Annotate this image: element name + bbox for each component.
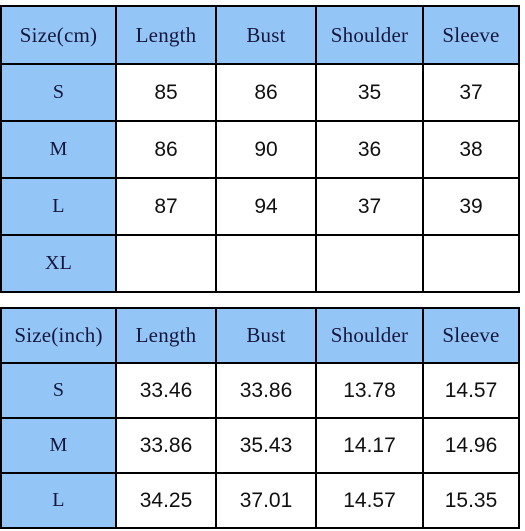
value-cell: 33.86 — [115, 417, 217, 474]
table-row: L 34.25 37.01 14.57 15.35 — [0, 472, 520, 529]
table-row: S 33.46 33.86 13.78 14.57 — [0, 362, 520, 419]
value-cell: 14.57 — [422, 362, 520, 419]
size-label: M — [0, 417, 117, 474]
table-row: M 86 90 36 38 — [0, 120, 520, 179]
size-label: L — [0, 472, 117, 529]
column-header-size-cm: Size(cm) — [0, 5, 117, 65]
value-cell: 35 — [315, 63, 424, 122]
value-cell: 90 — [215, 120, 317, 179]
value-cell: 35.43 — [215, 417, 317, 474]
table-separator-gap — [0, 293, 518, 307]
table-header-row-inch: Size(inch) Length Bust Shoulder Sleeve — [0, 307, 520, 364]
value-cell: 14.96 — [422, 417, 520, 474]
value-cell: 13.78 — [315, 362, 424, 419]
column-header-shoulder-inch: Shoulder — [315, 307, 424, 364]
value-cell: 37 — [315, 177, 424, 236]
value-cell: 14.57 — [315, 472, 424, 529]
size-chart-sheet: Size(cm) Length Bust Shoulder Sleeve S 8… — [0, 0, 525, 531]
value-cell — [215, 234, 317, 293]
table-row: XL — [0, 234, 520, 293]
size-chart-table-cm: Size(cm) Length Bust Shoulder Sleeve S 8… — [0, 5, 520, 293]
size-chart-table-inch: Size(inch) Length Bust Shoulder Sleeve S… — [0, 307, 520, 529]
value-cell: 14.17 — [315, 417, 424, 474]
size-label: XL — [0, 234, 117, 293]
value-cell: 36 — [315, 120, 424, 179]
value-cell: 85 — [115, 63, 217, 122]
column-header-bust-inch: Bust — [215, 307, 317, 364]
table-row: L 87 94 37 39 — [0, 177, 520, 236]
column-header-length-cm: Length — [115, 5, 217, 65]
value-cell: 87 — [115, 177, 217, 236]
table-header-row-cm: Size(cm) Length Bust Shoulder Sleeve — [0, 5, 520, 65]
column-header-sleeve-inch: Sleeve — [422, 307, 520, 364]
table-row: M 33.86 35.43 14.17 14.96 — [0, 417, 520, 474]
value-cell: 37 — [422, 63, 520, 122]
value-cell — [422, 234, 520, 293]
value-cell — [315, 234, 424, 293]
value-cell: 39 — [422, 177, 520, 236]
table-row: S 85 86 35 37 — [0, 63, 520, 122]
value-cell: 86 — [215, 63, 317, 122]
value-cell: 33.86 — [215, 362, 317, 419]
value-cell: 15.35 — [422, 472, 520, 529]
size-label: M — [0, 120, 117, 179]
size-label: S — [0, 63, 117, 122]
value-cell: 38 — [422, 120, 520, 179]
value-cell — [115, 234, 217, 293]
column-header-length-inch: Length — [115, 307, 217, 364]
column-header-shoulder-cm: Shoulder — [315, 5, 424, 65]
value-cell: 34.25 — [115, 472, 217, 529]
value-cell: 94 — [215, 177, 317, 236]
value-cell: 33.46 — [115, 362, 217, 419]
size-label: L — [0, 177, 117, 236]
column-header-bust-cm: Bust — [215, 5, 317, 65]
column-header-size-inch: Size(inch) — [0, 307, 117, 364]
value-cell: 37.01 — [215, 472, 317, 529]
value-cell: 86 — [115, 120, 217, 179]
size-label: S — [0, 362, 117, 419]
column-header-sleeve-cm: Sleeve — [422, 5, 520, 65]
